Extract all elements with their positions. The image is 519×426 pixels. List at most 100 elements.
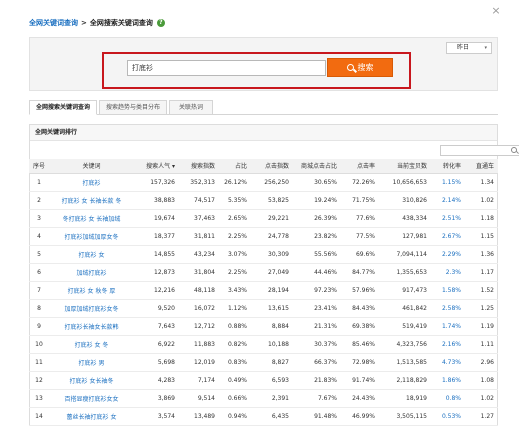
date-range-select[interactable]: 昨日 ▾ [446,42,492,54]
cell-conversion-rate: 0.8% [431,389,465,408]
cell-search-popularity: 14,855 [134,245,179,264]
cell-index: 5 [29,245,49,264]
cell-item-count[interactable]: 461,842 [379,299,431,318]
cell-keyword[interactable]: 蕾丝长袖打底衫 女 [49,407,134,426]
cell-index: 14 [29,407,49,426]
cell-ztc: 1.34 [465,173,498,192]
column-header-share[interactable]: 占比 [219,159,251,174]
cell-share: 1.12% [219,299,251,318]
cell-item-count[interactable]: 2,118,829 [379,371,431,390]
cell-search-popularity: 18,377 [134,227,179,246]
column-header-ztc[interactable]: 直通车 [465,159,498,174]
cell-keyword[interactable]: 加厚加绒打底衫女冬 [49,299,134,318]
cell-share: 26.12% [219,173,251,192]
cell-ztc: 1.36 [465,245,498,264]
cell-item-count[interactable]: 519,419 [379,317,431,336]
cell-search-popularity: 3,869 [134,389,179,408]
table-row: 11 打底衫 男 5,698 12,019 0.83% 8,827 66.37% 72.98%… [29,353,498,372]
cell-item-count[interactable]: 1,513,585 [379,353,431,372]
cell-index: 1 [29,173,49,192]
cell-keyword[interactable]: 打底衫加绒加厚女冬 [49,227,134,246]
column-header-search-popularity[interactable]: 搜索人气 ▾ [134,159,179,174]
cell-item-count[interactable]: 3,505,115 [379,407,431,426]
cell-item-count[interactable]: 1,355,653 [379,263,431,282]
table-body: 1 打底衫 157,326 352,313 26.12% 256,250 30.65% 72.… [29,173,498,426]
cell-conversion-rate: 1.15% [431,173,465,192]
table-row: 14 蕾丝长袖打底衫 女 3,574 13,489 0.94% 6,435 91.48% 46… [29,407,498,426]
column-header-click-index[interactable]: 点击指数 [251,159,293,174]
column-header-click-rate[interactable]: 点击率 [341,159,379,174]
date-range-value: 昨日 [457,44,470,51]
cell-keyword[interactable]: 打底衫 [49,173,134,192]
search-icon [511,147,517,153]
cell-search-index: 37,463 [179,209,219,228]
table-row: 10 打底衫 女 冬 6,922 11,883 0.82% 10,188 30.37% 85.… [29,335,498,354]
cell-keyword[interactable]: 打底衫长袖女长款韩 [49,317,134,336]
cell-keyword[interactable]: 打底衫 女 长袖长款 冬 [49,191,134,210]
cell-mall-click-share: 44.46% [293,263,341,282]
search-button[interactable]: 搜索 [327,58,393,77]
cell-conversion-rate: 2.29% [431,245,465,264]
cell-click-rate: 46.99% [341,407,379,426]
cell-click-index: 8,827 [251,353,293,372]
cell-click-rate: 72.26% [341,173,379,192]
cell-ztc: 2.96 [465,353,498,372]
cell-keyword[interactable]: 加绒打底衫 [49,263,134,282]
cell-keyword[interactable]: 打底衫 女 冬 [49,335,134,354]
cell-index: 9 [29,317,49,336]
cell-index: 6 [29,263,49,282]
cell-mall-click-share: 19.24% [293,191,341,210]
cell-keyword[interactable]: 打底衫 女 [49,245,134,264]
cell-keyword[interactable]: 打底衫 男 [49,353,134,372]
cell-click-index: 30,309 [251,245,293,264]
column-header-item-count[interactable]: 当前宝贝数 [379,159,431,174]
cell-index: 13 [29,389,49,408]
cell-index: 2 [29,191,49,210]
section-title: 全网关键词排行 [30,125,497,141]
cell-ztc: 1.17 [465,263,498,282]
cell-conversion-rate: 0.53% [431,407,465,426]
cell-item-count[interactable]: 917,473 [379,281,431,300]
cell-keyword[interactable]: 打底衫 女长袖冬 [49,371,134,390]
tab-trend-category[interactable]: 搜索趋势与类目分布 [99,100,167,115]
cell-mall-click-share: 21.83% [293,371,341,390]
column-header-search-index[interactable]: 搜索指数 [179,159,219,174]
cell-conversion-rate: 1.58% [431,281,465,300]
cell-item-count[interactable]: 310,826 [379,191,431,210]
cell-ztc: 1.25 [465,299,498,318]
search-input[interactable] [127,60,326,76]
column-header-index: 序号 [29,159,49,174]
cell-click-rate: 71.75% [341,191,379,210]
tab-keyword-query[interactable]: 全网搜索关键词查询 [29,100,97,115]
cell-item-count[interactable]: 10,656,653 [379,173,431,192]
cell-ztc: 1.02 [465,389,498,408]
table-row: 7 打底衫 女 秋冬 厚 12,216 48,118 3.43% 28,194 97.23%… [29,281,498,300]
cell-ztc: 1.27 [465,407,498,426]
table-row: 12 打底衫 女长袖冬 4,283 7,174 0.49% 6,593 21.83% 91.7… [29,371,498,390]
filter-input[interactable] [440,145,519,156]
cell-keyword[interactable]: 百搭显瘦打底衫女女 [49,389,134,408]
cell-mall-click-share: 30.65% [293,173,341,192]
column-header-mall-click-share[interactable]: 商城点击占比 [293,159,341,174]
tab-related-words[interactable]: 关联热词 [169,100,213,115]
table-row: 4 打底衫加绒加厚女冬 18,377 31,811 2.25% 24,778 23.82% 7… [29,227,498,246]
cell-item-count[interactable]: 438,334 [379,209,431,228]
cell-keyword[interactable]: 冬打底衫 女 长袖加绒 [49,209,134,228]
cell-search-popularity: 4,283 [134,371,179,390]
cell-search-popularity: 5,698 [134,353,179,372]
cell-keyword[interactable]: 打底衫 女 秋冬 厚 [49,281,134,300]
cell-conversion-rate: 2.51% [431,209,465,228]
breadcrumb-root-link[interactable]: 全网关键词查询 [29,19,78,27]
cell-item-count[interactable]: 127,981 [379,227,431,246]
close-icon[interactable]: × [491,5,501,16]
cell-item-count[interactable]: 4,323,756 [379,335,431,354]
cell-mall-click-share: 91.48% [293,407,341,426]
cell-item-count[interactable]: 7,094,114 [379,245,431,264]
help-icon[interactable]: ? [156,19,165,27]
cell-item-count[interactable]: 18,919 [379,389,431,408]
cell-conversion-rate: 2.14% [431,191,465,210]
cell-click-index: 10,188 [251,335,293,354]
table-row: 2 打底衫 女 长袖长款 冬 38,883 74,517 5.35% 53,825 19.2… [29,191,498,210]
cell-search-index: 11,883 [179,335,219,354]
column-header-conversion-rate[interactable]: 转化率 [431,159,465,174]
